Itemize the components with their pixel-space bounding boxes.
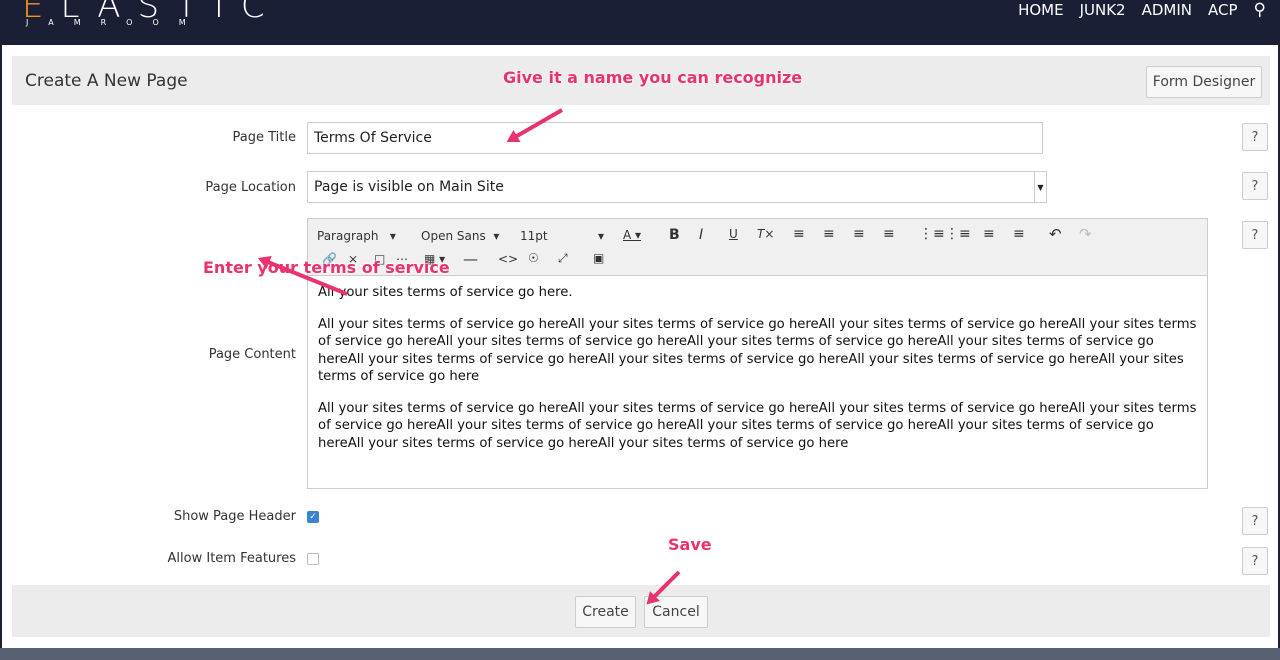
allow-features-checkbox[interactable] bbox=[307, 553, 319, 565]
format-dropdown[interactable]: Paragraph ▾ bbox=[317, 229, 396, 243]
indent-icon[interactable]: ≡ bbox=[1013, 226, 1025, 242]
outdent-icon[interactable]: ≡ bbox=[983, 226, 995, 242]
bullet-list-icon[interactable]: ⋮≡ bbox=[919, 226, 945, 242]
underline-icon[interactable]: U bbox=[729, 227, 738, 241]
horizontal-rule-icon[interactable]: — bbox=[463, 250, 478, 268]
help-button[interactable]: ? bbox=[1242, 547, 1268, 575]
bold-icon[interactable]: B bbox=[669, 227, 680, 243]
nav-junk2[interactable]: JUNK2 bbox=[1080, 1, 1126, 19]
content-paragraph: All your sites terms of service go here. bbox=[318, 285, 573, 300]
fullscreen-icon[interactable]: ⤢ bbox=[558, 251, 568, 266]
preview-eye-icon[interactable]: ☉ bbox=[528, 251, 539, 265]
text-color-icon[interactable]: A ▾ bbox=[623, 228, 641, 242]
show-header-checkbox[interactable]: ✓ bbox=[307, 511, 319, 523]
annotation-save: Save bbox=[668, 535, 712, 554]
page-title-input[interactable]: Terms Of Service bbox=[307, 122, 1043, 154]
italic-icon[interactable]: I bbox=[699, 227, 703, 243]
page-title: Create A New Page bbox=[25, 71, 188, 91]
form-footer: Create Cancel bbox=[12, 585, 1270, 637]
page-content-label: Page Content bbox=[208, 347, 296, 362]
media-icon[interactable]: ▣ bbox=[593, 251, 604, 265]
size-dropdown[interactable]: 11pt bbox=[520, 229, 548, 243]
help-button[interactable]: ? bbox=[1242, 123, 1268, 151]
size-arrow-icon[interactable]: ▾ bbox=[598, 229, 604, 243]
numbered-list-icon[interactable]: ⋮≡ bbox=[945, 226, 971, 242]
code-icon[interactable]: <> bbox=[498, 252, 518, 266]
align-center-icon[interactable]: ≡ bbox=[823, 226, 835, 242]
font-dropdown[interactable]: Open Sans ▾ bbox=[421, 229, 499, 243]
select-arrow-icon: ▼ bbox=[1034, 172, 1046, 202]
page-location-select[interactable]: Page is visible on Main Site ▼ bbox=[307, 171, 1047, 203]
page-footer bbox=[0, 648, 1280, 660]
search-icon[interactable]: ⚲ bbox=[1254, 0, 1266, 20]
align-justify-icon[interactable]: ≡ bbox=[883, 226, 895, 242]
nav-home[interactable]: HOME bbox=[1018, 1, 1064, 19]
undo-icon[interactable]: ↶ bbox=[1049, 225, 1062, 243]
logo-subtitle: JAMROOM bbox=[26, 18, 206, 27]
annotation-terms: Enter your terms of service bbox=[203, 258, 450, 277]
nav-admin[interactable]: ADMIN bbox=[1142, 1, 1192, 19]
page-form: Create A New Page Form Designer Page Tit… bbox=[2, 45, 1278, 648]
align-right-icon[interactable]: ≡ bbox=[853, 226, 865, 242]
content-paragraph: All your sites terms of service go hereA… bbox=[318, 316, 1197, 385]
page-title-label: Page Title bbox=[232, 130, 296, 145]
create-button[interactable]: Create bbox=[575, 596, 636, 628]
help-button[interactable]: ? bbox=[1242, 507, 1268, 535]
nav-acp[interactable]: ACP bbox=[1208, 1, 1238, 19]
help-button[interactable]: ? bbox=[1242, 221, 1268, 249]
show-header-label: Show Page Header bbox=[173, 509, 296, 524]
page-location-label: Page Location bbox=[205, 180, 296, 195]
redo-icon[interactable]: ↷ bbox=[1079, 225, 1092, 243]
align-left-icon[interactable]: ≡ bbox=[793, 226, 805, 242]
help-button[interactable]: ? bbox=[1242, 172, 1268, 200]
form-designer-button[interactable]: Form Designer bbox=[1146, 66, 1262, 98]
editor-content[interactable]: All your sites terms of service go here.… bbox=[308, 276, 1207, 474]
page-location-value: Page is visible on Main Site bbox=[314, 179, 504, 195]
main-nav: HOME JUNK2 ADMIN ACP ⚲ bbox=[1018, 0, 1266, 20]
clear-format-icon[interactable]: T× bbox=[757, 227, 774, 241]
allow-features-label: Allow Item Features bbox=[167, 551, 296, 566]
content-paragraph: All your sites terms of service go hereA… bbox=[318, 400, 1197, 451]
top-navbar: ELASTIC JAMROOM HOME JUNK2 ADMIN ACP ⚲ bbox=[0, 0, 1280, 45]
annotation-name: Give it a name you can recognize bbox=[503, 68, 803, 87]
